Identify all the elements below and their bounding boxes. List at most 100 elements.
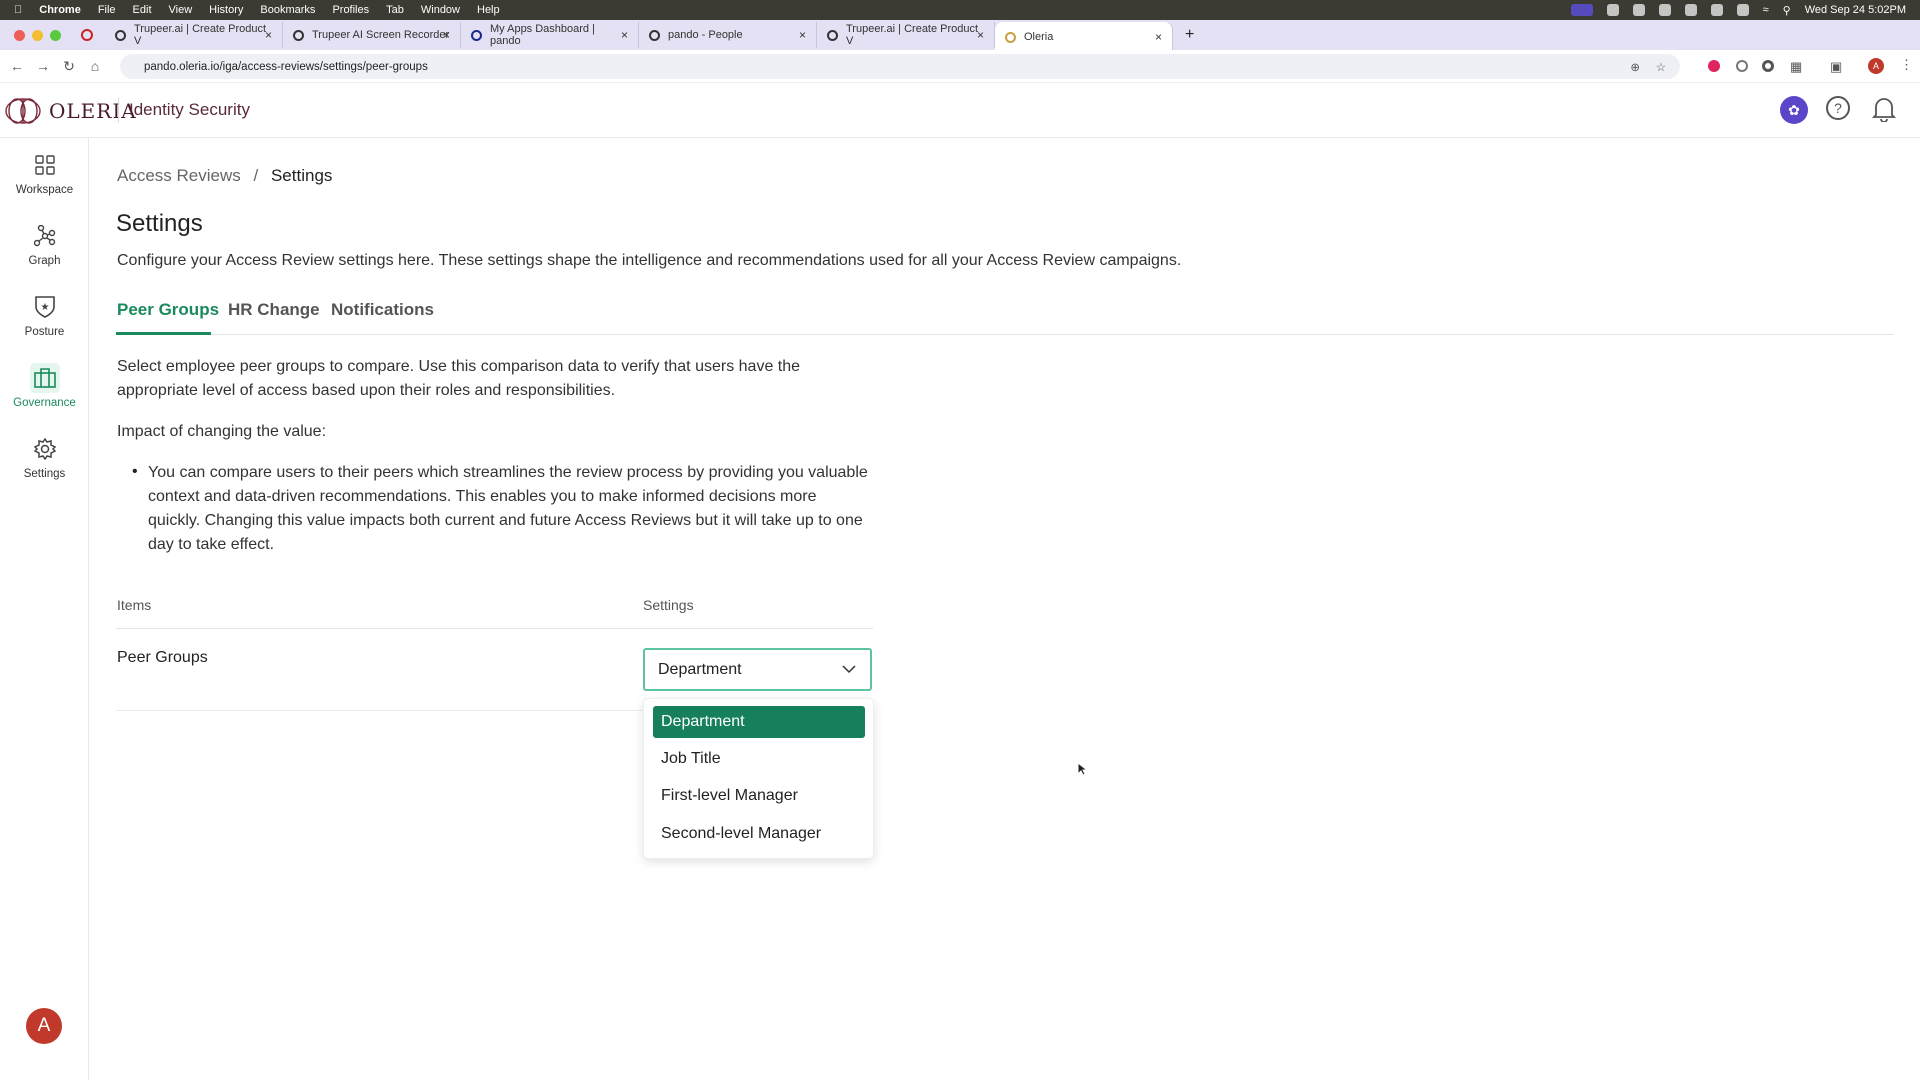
oleria-logo-icon[interactable] — [4, 97, 42, 125]
sidebar-item-posture[interactable]: ★ Posture — [0, 292, 89, 338]
side-panel-icon[interactable]: ▣ — [1830, 59, 1842, 75]
option-department[interactable]: Department — [653, 706, 865, 738]
option-job-title[interactable]: Job Title — [653, 743, 865, 775]
browser-tab[interactable]: Trupeer.ai | Create Product V× — [817, 22, 995, 48]
sidebar-item-settings[interactable]: Settings — [0, 434, 89, 480]
tab-title: Trupeer.ai | Create Product V — [134, 23, 272, 47]
tab-favicon — [649, 30, 660, 41]
extension-icon[interactable] — [1762, 60, 1774, 72]
help-icon[interactable]: ? — [1826, 96, 1850, 120]
column-header-items: Items — [117, 597, 151, 613]
status-icon[interactable] — [1607, 4, 1619, 16]
menu-window[interactable]: Window — [421, 4, 460, 16]
extension-icon[interactable] — [1708, 60, 1720, 72]
minimize-window-button[interactable] — [32, 30, 43, 41]
tab-title: My Apps Dashboard | pando — [490, 23, 628, 47]
app-header: OLERIA Identity Security ✿ ? — [0, 83, 1920, 138]
sidebar-item-governance[interactable]: Governance — [0, 363, 89, 409]
reload-button[interactable]: ↻ — [56, 58, 82, 75]
extensions-puzzle-icon[interactable]: ▦ — [1790, 59, 1802, 75]
tab-favicon — [293, 30, 304, 41]
menu-view[interactable]: View — [169, 4, 193, 16]
product-name: Identity Security — [129, 100, 250, 120]
sidebar-item-label: Workspace — [16, 184, 73, 196]
browser-tab[interactable]: Trupeer.ai | Create Product V× — [105, 22, 283, 48]
browser-tab[interactable]: Trupeer AI Screen Recorder× — [283, 22, 461, 48]
battery-icon[interactable] — [1737, 4, 1749, 16]
menu-bookmarks[interactable]: Bookmarks — [260, 4, 315, 16]
breadcrumb-separator: / — [254, 166, 259, 185]
tab-title: Trupeer AI Screen Recorder — [312, 29, 449, 41]
status-icon[interactable] — [1659, 4, 1671, 16]
breadcrumb-access-reviews[interactable]: Access Reviews — [117, 166, 241, 185]
governance-briefcase-icon — [30, 363, 60, 393]
row-label-peer-groups: Peer Groups — [117, 649, 208, 667]
sidebar-item-graph[interactable]: Graph — [0, 221, 89, 267]
close-tab-icon[interactable]: × — [799, 28, 806, 42]
menu-edit[interactable]: Edit — [133, 4, 152, 16]
recording-icon[interactable] — [81, 29, 93, 41]
close-tab-icon[interactable]: × — [1155, 30, 1162, 44]
window-controls — [14, 30, 61, 41]
tab-favicon — [471, 30, 482, 41]
clock: Wed Sep 24 5:02PM — [1805, 4, 1906, 16]
new-tab-button[interactable]: + — [1185, 26, 1194, 44]
maximize-window-button[interactable] — [50, 30, 61, 41]
wifi-icon[interactable]: ≈ — [1763, 4, 1769, 16]
menu-history[interactable]: History — [209, 4, 243, 16]
search-icon[interactable]: ⚲ — [1783, 4, 1791, 17]
extension-icon[interactable] — [1736, 60, 1748, 72]
notifications-bell-icon[interactable] — [1872, 96, 1896, 122]
browser-menu-icon[interactable]: ⋮ — [1900, 57, 1913, 73]
page-description: Configure your Access Review settings he… — [117, 252, 1181, 270]
user-avatar[interactable]: A — [26, 1008, 62, 1044]
bookmark-star-icon[interactable]: ☆ — [1656, 60, 1666, 74]
status-icon[interactable] — [1685, 4, 1697, 16]
status-icon[interactable] — [1711, 4, 1723, 16]
tab-title: Oleria — [1024, 31, 1053, 43]
tab-notifications[interactable]: Notifications — [331, 300, 434, 320]
zoom-icon[interactable]: ⊕ — [1630, 60, 1640, 74]
close-tab-icon[interactable]: × — [265, 28, 272, 42]
tab-hr-change[interactable]: HR Change — [228, 300, 320, 320]
menu-file[interactable]: File — [98, 4, 116, 16]
profile-avatar[interactable]: A — [1868, 58, 1884, 74]
close-tab-icon[interactable]: × — [443, 28, 450, 42]
browser-tab-active[interactable]: Oleria × — [995, 22, 1173, 52]
sidebar-item-workspace[interactable]: Workspace — [0, 150, 89, 196]
select-value: Department — [658, 661, 742, 679]
sidebar-item-label: Settings — [24, 468, 66, 480]
tab-title: pando - People — [668, 29, 743, 41]
browser-tab[interactable]: My Apps Dashboard | pando× — [461, 22, 639, 48]
svg-text:★: ★ — [40, 302, 49, 313]
gear-icon — [30, 434, 60, 464]
close-tab-icon[interactable]: × — [977, 28, 984, 42]
os-menubar:  Chrome File Edit View History Bookmark… — [0, 0, 1920, 20]
close-window-button[interactable] — [14, 30, 25, 41]
menu-help[interactable]: Help — [477, 4, 500, 16]
tab-peer-groups[interactable]: Peer Groups — [117, 300, 219, 320]
status-icon[interactable] — [1633, 4, 1645, 16]
screen-record-icon[interactable] — [1571, 4, 1593, 16]
address-bar-row: ← → ↻ ⌂ pando.oleria.io/iga/access-revie… — [0, 50, 1920, 83]
browser-tab[interactable]: pando - People × — [639, 22, 817, 48]
url-input[interactable]: pando.oleria.io/iga/access-reviews/setti… — [120, 54, 1680, 79]
close-tab-icon[interactable]: × — [621, 28, 628, 42]
tab-favicon — [115, 30, 126, 41]
mouse-cursor-icon — [1077, 762, 1087, 776]
peer-groups-select[interactable]: Department — [643, 648, 872, 691]
divider — [118, 97, 119, 123]
option-second-level-manager[interactable]: Second-level Manager — [653, 818, 865, 850]
assistant-icon[interactable]: ✿ — [1780, 96, 1808, 124]
option-first-level-manager[interactable]: First-level Manager — [653, 780, 865, 812]
home-button[interactable]: ⌂ — [82, 58, 108, 74]
forward-button[interactable]: → — [30, 58, 56, 74]
sidebar: Workspace Graph ★ Posture Governance Set… — [0, 138, 89, 1080]
menu-tab[interactable]: Tab — [386, 4, 404, 16]
menu-app[interactable]: Chrome — [39, 4, 81, 16]
browser-tab-strip: Trupeer.ai | Create Product V× Trupeer A… — [0, 20, 1920, 50]
menu-profiles[interactable]: Profiles — [332, 4, 369, 16]
impact-label: Impact of changing the value: — [117, 423, 326, 441]
back-button[interactable]: ← — [4, 58, 30, 74]
apple-icon[interactable]:  — [14, 4, 22, 16]
